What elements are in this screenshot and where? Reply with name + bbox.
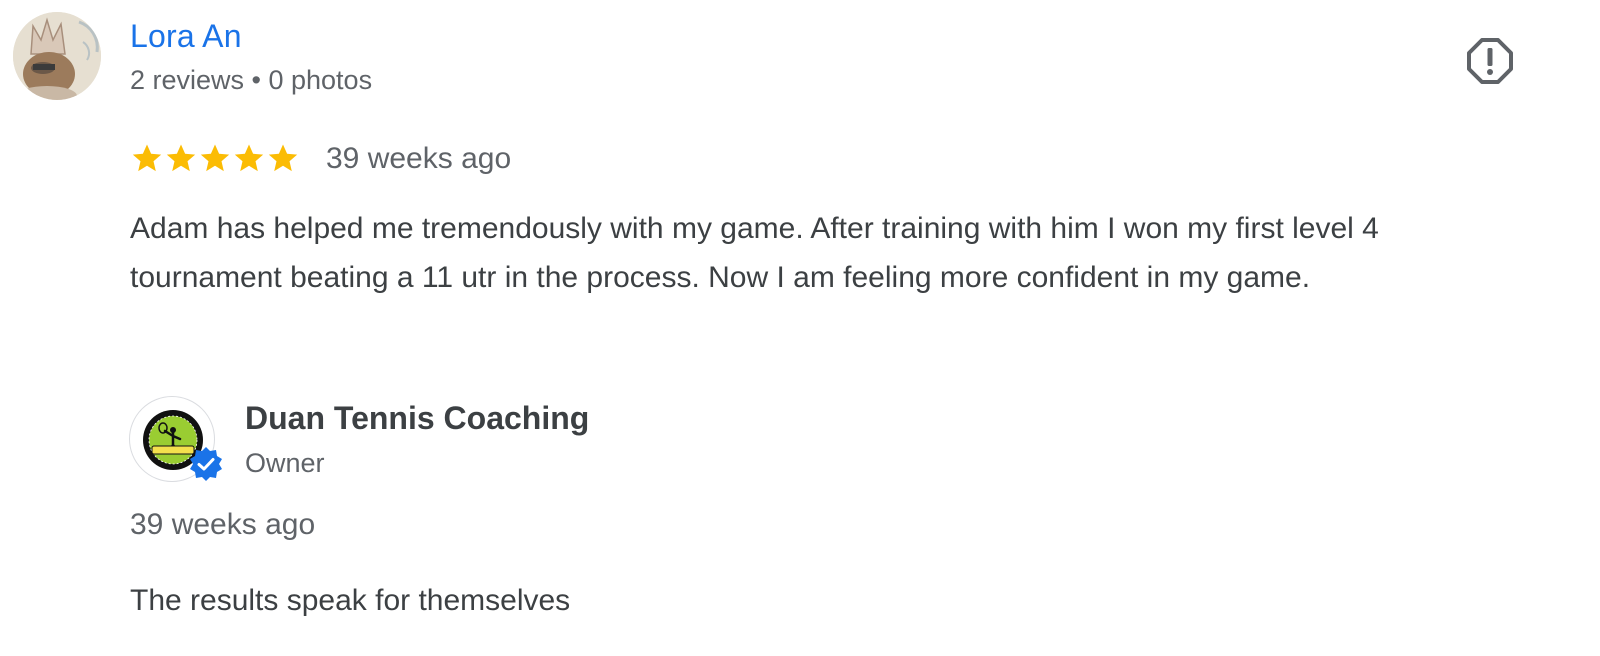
star-icon — [268, 144, 298, 172]
reviewer-avatar[interactable] — [13, 12, 101, 100]
owner-response-time: 39 weeks ago — [130, 508, 316, 541]
owner-response-text: The results speak for themselves — [130, 584, 571, 617]
reviewer-name-link[interactable]: Lora An — [130, 16, 242, 56]
star-icon — [200, 144, 230, 172]
star-icon — [166, 144, 196, 172]
review-time: 39 weeks ago — [326, 142, 512, 175]
rating-stars — [130, 138, 300, 178]
star-icon — [234, 144, 264, 172]
star-icon — [132, 144, 162, 172]
reviewer-meta: 2 reviews • 0 photos — [130, 65, 373, 95]
review-card: Lora An 2 reviews • 0 photos 39 weeks ag… — [0, 0, 1600, 656]
review-text: Adam has helped me tremendously with my … — [130, 212, 1379, 294]
verified-badge-icon — [190, 447, 222, 481]
owner-name: Duan Tennis Coaching — [245, 400, 590, 436]
report-flag-icon[interactable] — [1466, 37, 1514, 85]
reviewer-avatar-image — [13, 12, 101, 100]
owner-role: Owner — [245, 448, 325, 478]
